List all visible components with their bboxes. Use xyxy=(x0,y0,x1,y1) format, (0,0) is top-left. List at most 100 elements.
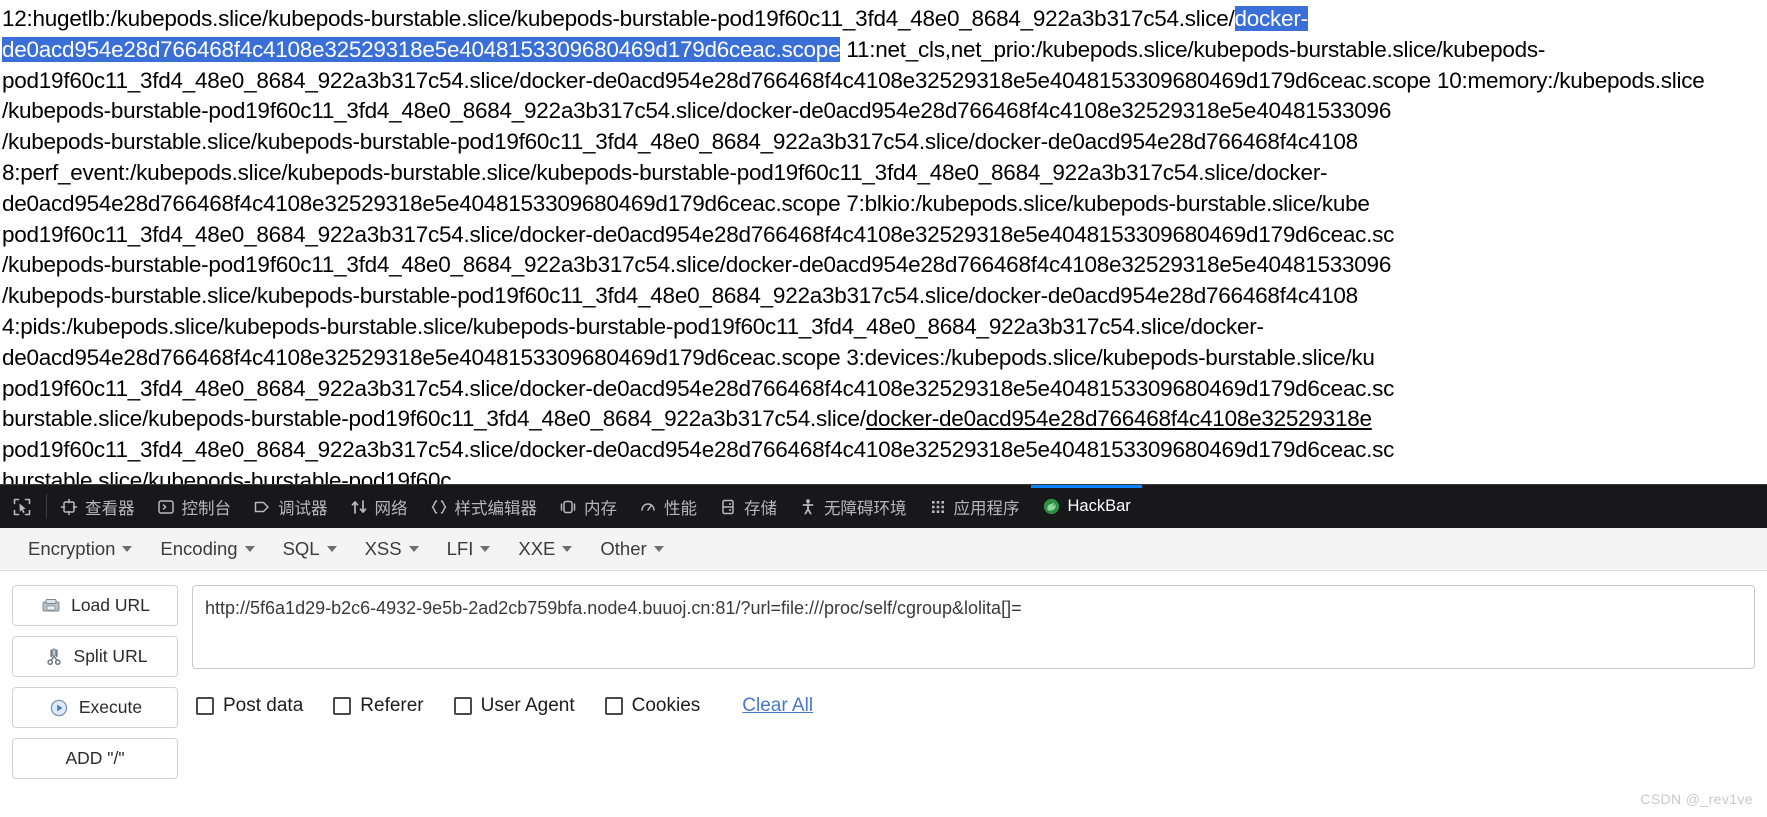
text-run: /kubepods-burstable.slice/kubepods-burst… xyxy=(2,129,1358,155)
checkbox[interactable] xyxy=(196,697,214,715)
devtools-tab-label: 应用程序 xyxy=(953,499,1020,518)
hackbar-menubar: Encryption Encoding SQL XSS LFI XXE Other xyxy=(0,528,1767,571)
devtools-tab-accessibility[interactable]: 无障碍环境 xyxy=(788,485,918,528)
text-run: 11:net_cls,net_prio:/kubepods.slice/kube… xyxy=(840,36,1546,62)
text-run: burstable.slice/kubepods-burstable-pod19… xyxy=(2,406,866,432)
hackbar-menu-label: LFI xyxy=(446,538,474,559)
cgroup-line: pod19f60c11_3fd4_48e0_8684_922a3b317c54.… xyxy=(2,66,1767,97)
devtools-tab-inspector[interactable]: 查看器 xyxy=(49,485,146,528)
devtools-tab-memory[interactable]: 内存 xyxy=(548,485,628,528)
text-run: de0acd954e28d766468f4c4108e32529318e5e40… xyxy=(2,190,1370,216)
application-icon xyxy=(929,498,947,516)
devtools-tab-list: 查看器 控制台 调试器 网络 样式编辑器 内存 性能 存储 无障碍环境 应用程序 HackBar xyxy=(49,485,1143,528)
devtools-tab-label: 查看器 xyxy=(85,499,135,518)
text-run: pod19f60c11_3fd4_48e0_8684_922a3b317c54.… xyxy=(2,221,1395,247)
text-run: pod19f60c11_3fd4_48e0_8684_922a3b317c54.… xyxy=(2,437,1395,463)
hackbar-menu-label: SQL xyxy=(282,538,320,559)
hackbar-menu-sql[interactable]: SQL xyxy=(271,533,349,565)
option-label: Referer xyxy=(360,695,424,716)
text-run: 4:pids:/kubepods.slice/kubepods-burstabl… xyxy=(2,313,1264,339)
option-referer[interactable]: Referer xyxy=(333,695,424,717)
chevron-down-icon xyxy=(244,546,255,552)
devtools-tab-label: 网络 xyxy=(374,499,408,518)
style-editor-icon xyxy=(430,498,448,516)
url-input[interactable]: http://5f6a1d29-b2c6-4932-9e5b-2ad2cb759… xyxy=(192,585,1755,669)
hackbar-button-label: Split URL xyxy=(73,646,148,666)
underlined-text: docker-de0acd954e28d766468f4c4108e325293… xyxy=(865,406,1372,432)
hackbar-execute-button[interactable]: Execute xyxy=(12,687,178,728)
text-run: burstable.slice/kubepods-burstable-pod19… xyxy=(2,467,452,484)
devtools-tab-hackbar[interactable]: HackBar xyxy=(1030,485,1143,528)
watermark: CSDN @_rev1ve xyxy=(1640,791,1753,807)
selected-text: de0acd954e28d766468f4c4108e32529318e5e40… xyxy=(2,36,841,62)
devtools-toolbar: 查看器 控制台 调试器 网络 样式编辑器 内存 性能 存储 无障碍环境 应用程序 HackBar xyxy=(0,484,1767,528)
devtools-tab-console[interactable]: 控制台 xyxy=(146,485,243,528)
devtools-tab-label: 无障碍环境 xyxy=(824,499,907,518)
split-url-icon xyxy=(43,647,65,667)
hackbar-menu-xss[interactable]: XSS xyxy=(353,533,431,565)
option-label: Post data xyxy=(223,695,304,716)
console-icon xyxy=(157,498,175,516)
option-cookies[interactable]: Cookies xyxy=(604,695,700,717)
text-run: de0acd954e28d766468f4c4108e32529318e5e40… xyxy=(2,344,1375,370)
toolbar-divider xyxy=(46,494,47,519)
debugger-icon xyxy=(253,498,271,516)
hackbar-add-button[interactable]: ADD "/" xyxy=(12,738,178,779)
devtools-tab-network[interactable]: 网络 xyxy=(339,485,419,528)
hackbar-menu-encoding[interactable]: Encoding xyxy=(148,533,266,565)
devtools-tab-application[interactable]: 应用程序 xyxy=(918,485,1031,528)
text-run: /kubepods-burstable-pod19f60c11_3fd4_48e… xyxy=(2,252,1392,278)
element-picker-button[interactable] xyxy=(0,485,44,528)
checkbox[interactable] xyxy=(604,697,623,715)
cgroup-line: de0acd954e28d766468f4c4108e32529318e5e40… xyxy=(2,35,1767,66)
cgroup-line: pod19f60c11_3fd4_48e0_8684_922a3b317c54.… xyxy=(2,220,1767,251)
checkbox[interactable] xyxy=(453,697,472,715)
devtools-tab-label: 性能 xyxy=(664,499,697,518)
hackbar-menu-label: Encryption xyxy=(28,538,116,559)
hackbar-menu-other[interactable]: Other xyxy=(588,533,675,565)
cgroup-line: 12:hugetlb:/kubepods.slice/kubepods-burs… xyxy=(2,4,1767,35)
load-url-icon xyxy=(40,596,62,616)
inspector-icon xyxy=(60,498,78,516)
hackbar-menu-label: Other xyxy=(600,538,647,559)
cgroup-line: pod19f60c11_3fd4_48e0_8684_922a3b317c54.… xyxy=(2,435,1767,466)
option-checkbox-group: Post data Referer User Agent Cookies xyxy=(196,695,700,717)
devtools-tab-performance[interactable]: 性能 xyxy=(628,485,708,528)
text-run: 12:hugetlb:/kubepods.slice/kubepods-burs… xyxy=(2,6,1235,31)
option-post-data[interactable]: Post data xyxy=(196,695,303,717)
cgroup-output-text[interactable]: 12:hugetlb:/kubepods.slice/kubepods-burs… xyxy=(0,0,1767,484)
devtools-tab-debugger[interactable]: 调试器 xyxy=(242,485,339,528)
text-run: pod19f60c11_3fd4_48e0_8684_922a3b317c54.… xyxy=(2,67,1705,93)
option-label: User Agent xyxy=(480,695,575,716)
hackbar-split-url-button[interactable]: Split URL xyxy=(12,636,178,677)
checkbox[interactable] xyxy=(333,697,352,715)
execute-icon xyxy=(48,698,70,718)
cgroup-line: /kubepods-burstable.slice/kubepods-burst… xyxy=(2,281,1767,312)
chevron-down-icon xyxy=(408,546,419,552)
hackbar-request-area: http://5f6a1d29-b2c6-4932-9e5b-2ad2cb759… xyxy=(192,585,1755,779)
request-options-row: Post data Referer User Agent Cookies Clear … xyxy=(192,695,1755,717)
option-user-agent[interactable]: User Agent xyxy=(453,695,575,717)
selected-text: docker- xyxy=(1234,6,1308,31)
hackbar-menu-label: XXE xyxy=(518,538,556,559)
hackbar-menu-encryption[interactable]: Encryption xyxy=(16,533,144,565)
cgroup-line: pod19f60c11_3fd4_48e0_8684_922a3b317c54.… xyxy=(2,374,1767,405)
hackbar-menu-lfi[interactable]: LFI xyxy=(435,533,503,565)
devtools-tab-style-editor[interactable]: 样式编辑器 xyxy=(419,485,549,528)
devtools-tab-label: HackBar xyxy=(1067,497,1131,515)
cgroup-line: 4:pids:/kubepods.slice/kubepods-burstabl… xyxy=(2,312,1767,343)
hackbar-button-label: ADD "/" xyxy=(65,748,125,768)
chevron-down-icon xyxy=(326,546,337,552)
hackbar-menu-label: Encoding xyxy=(160,538,238,559)
hackbar-menu-label: XSS xyxy=(364,538,402,559)
devtools-tab-label: 调试器 xyxy=(278,499,328,518)
cgroup-line: /kubepods-burstable-pod19f60c11_3fd4_48e… xyxy=(2,96,1767,127)
clear-all-link[interactable]: Clear All xyxy=(742,695,813,717)
accessibility-icon xyxy=(799,498,817,516)
hackbar-load-url-button[interactable]: Load URL xyxy=(12,585,178,626)
devtools-tab-storage[interactable]: 存储 xyxy=(708,485,788,528)
hackbar-menu-xxe[interactable]: XXE xyxy=(506,533,584,565)
cgroup-line: de0acd954e28d766468f4c4108e32529318e5e40… xyxy=(2,343,1767,374)
element-picker-icon xyxy=(12,497,32,517)
devtools-tab-label: 内存 xyxy=(584,499,617,518)
